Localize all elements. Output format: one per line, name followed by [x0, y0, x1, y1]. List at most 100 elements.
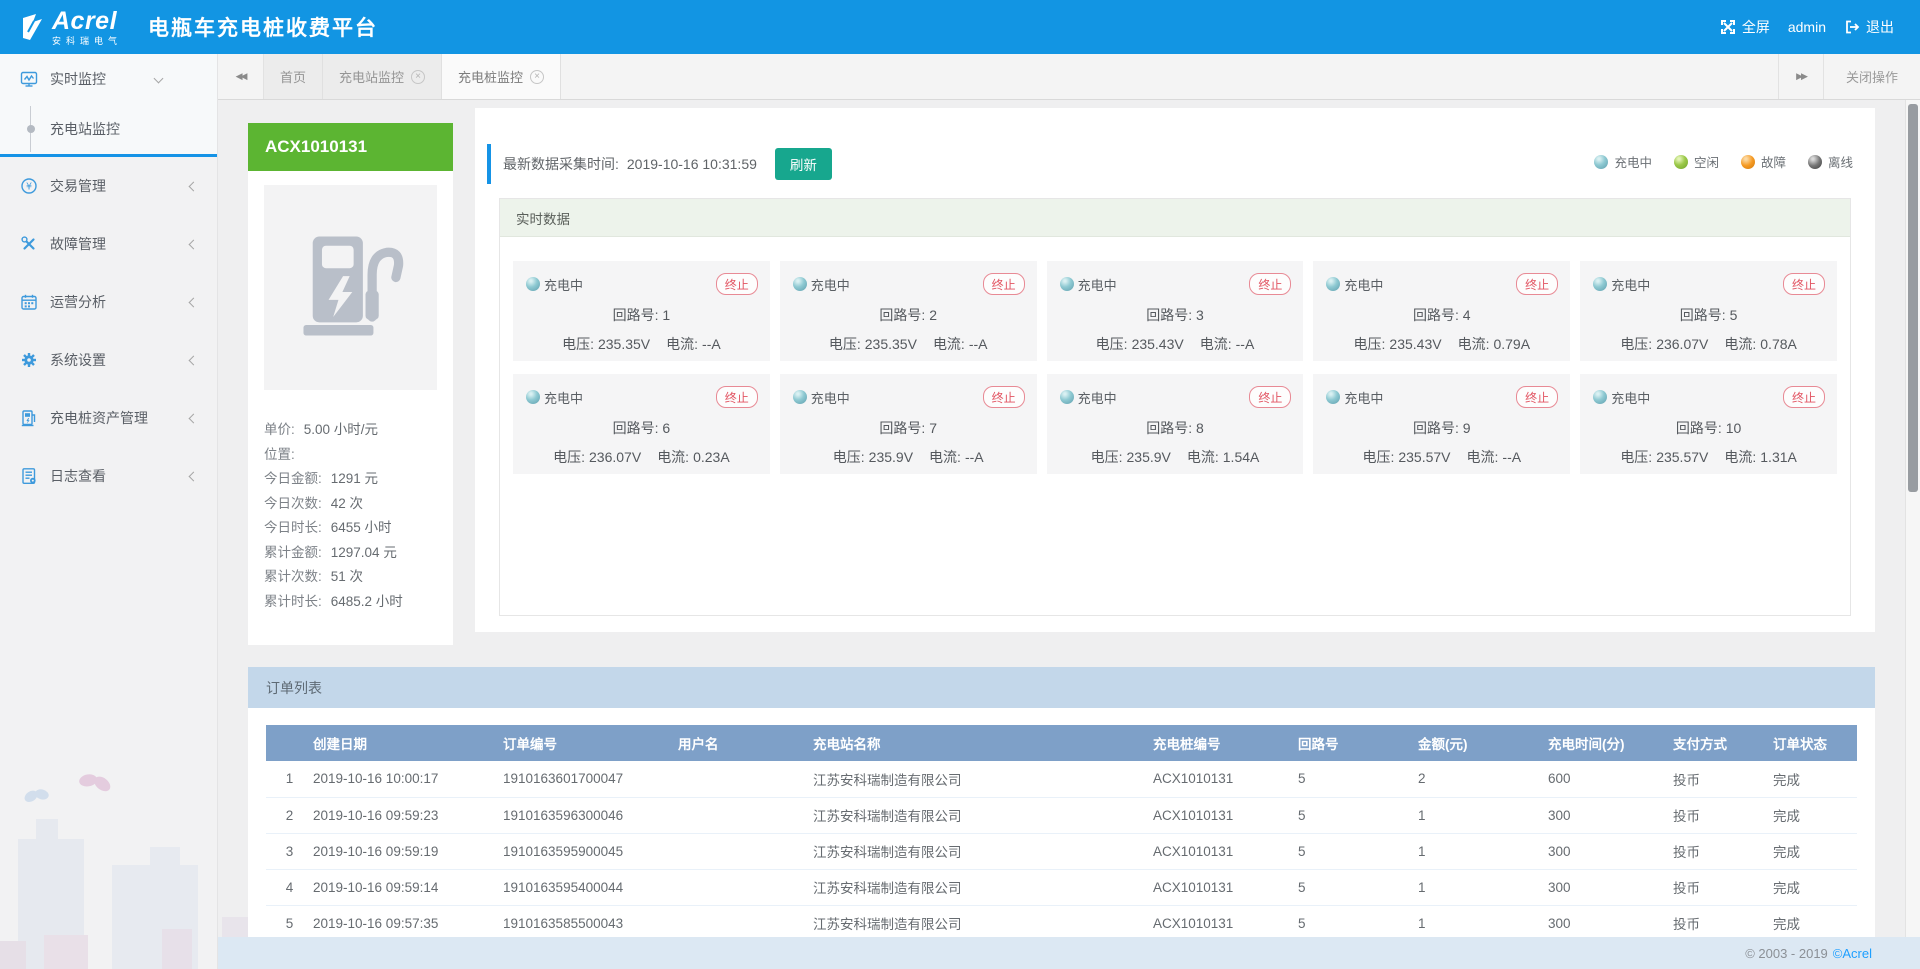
sidebar-item-pile-assets[interactable]: 充电桩资产管理: [0, 389, 217, 447]
circuit-no: 3: [1196, 307, 1204, 323]
table-row: 52019-10-16 09:57:351910163585500043江苏安科…: [266, 905, 1857, 941]
terminate-button[interactable]: 终止: [1516, 273, 1558, 295]
pile-id-header: ACX1010131: [248, 123, 453, 171]
terminate-button[interactable]: 终止: [1783, 273, 1825, 295]
charging-status-icon: [793, 277, 807, 291]
vertical-scrollbar[interactable]: [1905, 100, 1920, 937]
pile-info-card: ACX1010131 单价:5.00 小时/元 位置: 今日金额:1291 元 …: [248, 123, 453, 645]
charging-pump-icon: [285, 222, 417, 354]
app-screen: Acrel 安科瑞电气 电瓶车充电桩收费平台 全屏 admin: [0, 0, 1920, 969]
circuit-no: 2: [929, 307, 937, 323]
tabs-scroll-back-button[interactable]: ◀◀: [218, 54, 264, 99]
circuit-no: 9: [1463, 420, 1471, 436]
sidebar-item-station-monitor[interactable]: 充电站监控: [0, 104, 217, 154]
sidebar: 实时监控 充电站监控 ¥ 交易管理: [0, 54, 218, 969]
terminate-button[interactable]: 终止: [1249, 386, 1291, 408]
stat-location: 位置:: [264, 441, 437, 466]
circuit-no: 10: [1726, 420, 1742, 436]
charging-pile-icon: [20, 409, 38, 427]
tab-station-monitor[interactable]: 充电站监控 ×: [323, 54, 442, 99]
terminate-button[interactable]: 终止: [1516, 386, 1558, 408]
sidebar-item-realtime-monitor[interactable]: 实时监控: [0, 54, 217, 104]
user-menu[interactable]: admin: [1788, 19, 1826, 35]
legend-offline: 离线: [1808, 152, 1853, 171]
fullscreen-label: 全屏: [1742, 17, 1770, 37]
col-pile-no: 充电桩编号: [1151, 725, 1296, 761]
legend-fault: 故障: [1741, 152, 1786, 171]
tab-close-icon[interactable]: ×: [411, 70, 425, 84]
charging-status-icon: [526, 390, 540, 404]
chevron-left-icon: [189, 240, 199, 250]
stat-unit-price: 单价:5.00 小时/元: [264, 416, 437, 441]
tab-home[interactable]: 首页: [264, 54, 323, 99]
col-create-date: 创建日期: [311, 725, 501, 761]
circuit-card-3: 充电中终止 回路号: 3 电压:235.43V电流:--A: [1047, 261, 1304, 361]
circuit-no: 8: [1196, 420, 1204, 436]
orders-table: 创建日期 订单编号 用户名 充电站名称 充电桩编号 回路号 金额(元) 充电时间…: [266, 725, 1857, 942]
refresh-button[interactable]: 刷新: [775, 148, 832, 180]
col-username: 用户名: [676, 725, 811, 761]
current-value: --A: [1236, 336, 1255, 352]
gear-icon: [20, 351, 38, 369]
tabs-scroll-forward-button[interactable]: ▶▶: [1778, 54, 1824, 99]
col-station-name: 充电站名称: [811, 725, 1151, 761]
current-value: --A: [702, 336, 721, 352]
current-value: 1.31A: [1760, 449, 1797, 465]
circuit-cards-grid: 充电中终止 回路号: 1 电压:235.35V电流:--A 充电中终止 回路号:…: [500, 237, 1850, 474]
acrel-logo: Acrel 安科瑞电气: [20, 9, 122, 46]
tab-close-icon[interactable]: ×: [530, 70, 544, 84]
terminate-button[interactable]: 终止: [716, 386, 758, 408]
col-amount: 金额(元): [1416, 725, 1546, 761]
current-value: 0.23A: [693, 449, 730, 465]
col-charge-minutes: 充电时间(分): [1546, 725, 1671, 761]
copyright-text: © 2003 - 2019: [1745, 946, 1828, 961]
svg-text:¥: ¥: [26, 181, 32, 192]
terminate-button[interactable]: 终止: [983, 273, 1025, 295]
col-order-no: 订单编号: [501, 725, 676, 761]
sidebar-item-system-settings[interactable]: 系统设置: [0, 331, 217, 389]
terminate-button[interactable]: 终止: [1783, 386, 1825, 408]
sidebar-item-faults[interactable]: 故障管理: [0, 215, 217, 273]
sidebar-item-logs[interactable]: 日志查看: [0, 447, 217, 505]
charging-status-icon: [1593, 277, 1607, 291]
top-header: Acrel 安科瑞电气 电瓶车充电桩收费平台 全屏 admin: [0, 0, 1920, 54]
charging-status-icon: [1326, 277, 1340, 291]
sidebar-item-operation-analysis[interactable]: 运营分析: [0, 273, 217, 331]
tab-bar: ◀◀ 首页 充电站监控 × 充电桩监控 × ▶▶ 关闭操作: [218, 54, 1920, 100]
voltage-value: 235.57V: [1656, 449, 1708, 465]
collection-time-value: 2019-10-16 10:31:59: [627, 156, 757, 172]
terminate-button[interactable]: 终止: [1249, 273, 1291, 295]
charging-status-icon: [1326, 390, 1340, 404]
col-order-status: 订单状态: [1771, 725, 1857, 761]
brand-link[interactable]: ©Acrel: [1833, 946, 1872, 961]
fullscreen-button[interactable]: 全屏: [1720, 17, 1770, 37]
scrollbar-thumb[interactable]: [1908, 104, 1918, 492]
sidebar-item-label: 日志查看: [50, 466, 106, 486]
terminate-button[interactable]: 终止: [983, 386, 1025, 408]
charging-status-icon: [1060, 277, 1074, 291]
tab-pile-monitor[interactable]: 充电桩监控 ×: [442, 54, 561, 99]
voltage-value: 235.43V: [1389, 336, 1441, 352]
col-payment: 支付方式: [1671, 725, 1771, 761]
voltage-value: 236.07V: [589, 449, 641, 465]
charging-status-icon: [1594, 155, 1608, 169]
tab-label: 首页: [280, 67, 306, 86]
sidebar-item-label: 交易管理: [50, 176, 106, 196]
terminate-button[interactable]: 终止: [716, 273, 758, 295]
charging-status-icon: [1060, 390, 1074, 404]
sidebar-item-label: 故障管理: [50, 234, 106, 254]
chevron-left-icon: [189, 182, 199, 192]
logout-label: 退出: [1866, 17, 1894, 37]
logout-button[interactable]: 退出: [1844, 17, 1894, 37]
stat-today-amount: 今日金额:1291 元: [264, 465, 437, 490]
chevron-down-icon: [154, 74, 164, 84]
pile-image-box: [264, 185, 437, 390]
voltage-value: 235.35V: [865, 336, 917, 352]
current-value: --A: [1502, 449, 1521, 465]
current-value: 0.79A: [1493, 336, 1530, 352]
sidebar-item-label: 运营分析: [50, 292, 106, 312]
close-operations-button[interactable]: 关闭操作: [1824, 54, 1920, 99]
sidebar-item-transactions[interactable]: ¥ 交易管理: [0, 157, 217, 215]
voltage-value: 235.43V: [1132, 336, 1184, 352]
orders-table-header: 创建日期 订单编号 用户名 充电站名称 充电桩编号 回路号 金额(元) 充电时间…: [266, 725, 1857, 761]
